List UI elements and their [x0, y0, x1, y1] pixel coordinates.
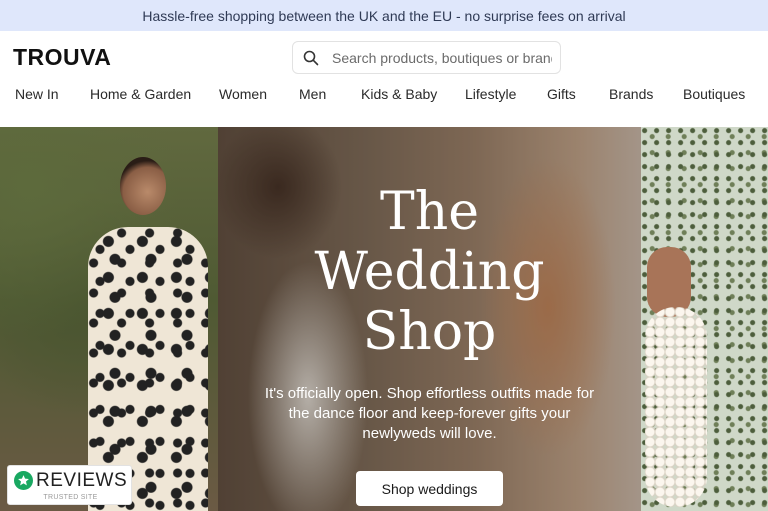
hero-title-line-3: Shop: [362, 302, 497, 362]
nav-item-new-in[interactable]: New In: [15, 86, 59, 102]
main-nav: New In Home & Garden Women Men Kids & Ba…: [0, 86, 768, 110]
nav-item-women[interactable]: Women: [219, 86, 267, 102]
search-icon[interactable]: [303, 50, 319, 66]
nav-item-men[interactable]: Men: [299, 86, 326, 102]
search-bar[interactable]: [292, 41, 561, 74]
shop-weddings-button[interactable]: Shop weddings: [356, 471, 503, 506]
star-icon: [14, 471, 33, 490]
nav-item-lifestyle[interactable]: Lifestyle: [465, 86, 516, 102]
nav-item-home-garden[interactable]: Home & Garden: [90, 86, 191, 102]
announcement-bar: Hassle-free shopping between the UK and …: [0, 0, 768, 31]
site-logo[interactable]: TROUVA: [13, 44, 111, 71]
pearl-bag: [645, 307, 707, 507]
nav-item-gifts[interactable]: Gifts: [547, 86, 576, 102]
nav-item-boutiques[interactable]: Boutiques: [683, 86, 745, 102]
hero-image-left: [0, 127, 218, 511]
reviews-label: REVIEWS: [36, 470, 128, 491]
hero-banner: The Wedding Shop It's officially open. S…: [0, 127, 768, 511]
nav-item-kids-baby[interactable]: Kids & Baby: [361, 86, 437, 102]
search-input[interactable]: [332, 49, 552, 66]
hero-image-right: [641, 127, 768, 511]
reviews-badge[interactable]: REVIEWS TRUSTED SITE: [7, 465, 132, 505]
hero-title: The Wedding Shop: [218, 182, 641, 362]
nav-item-brands[interactable]: Brands: [609, 86, 653, 102]
hero-content: The Wedding Shop It's officially open. S…: [218, 127, 641, 511]
hero-title-line-2: Wedding: [314, 242, 545, 302]
reviews-subtext: TRUSTED SITE: [43, 494, 98, 501]
announcement-text: Hassle-free shopping between the UK and …: [142, 7, 626, 24]
hero-title-line-1: The: [380, 182, 479, 242]
hero-subtitle: It's officially open. Shop effortless ou…: [264, 385, 595, 442]
model-head: [120, 157, 166, 215]
